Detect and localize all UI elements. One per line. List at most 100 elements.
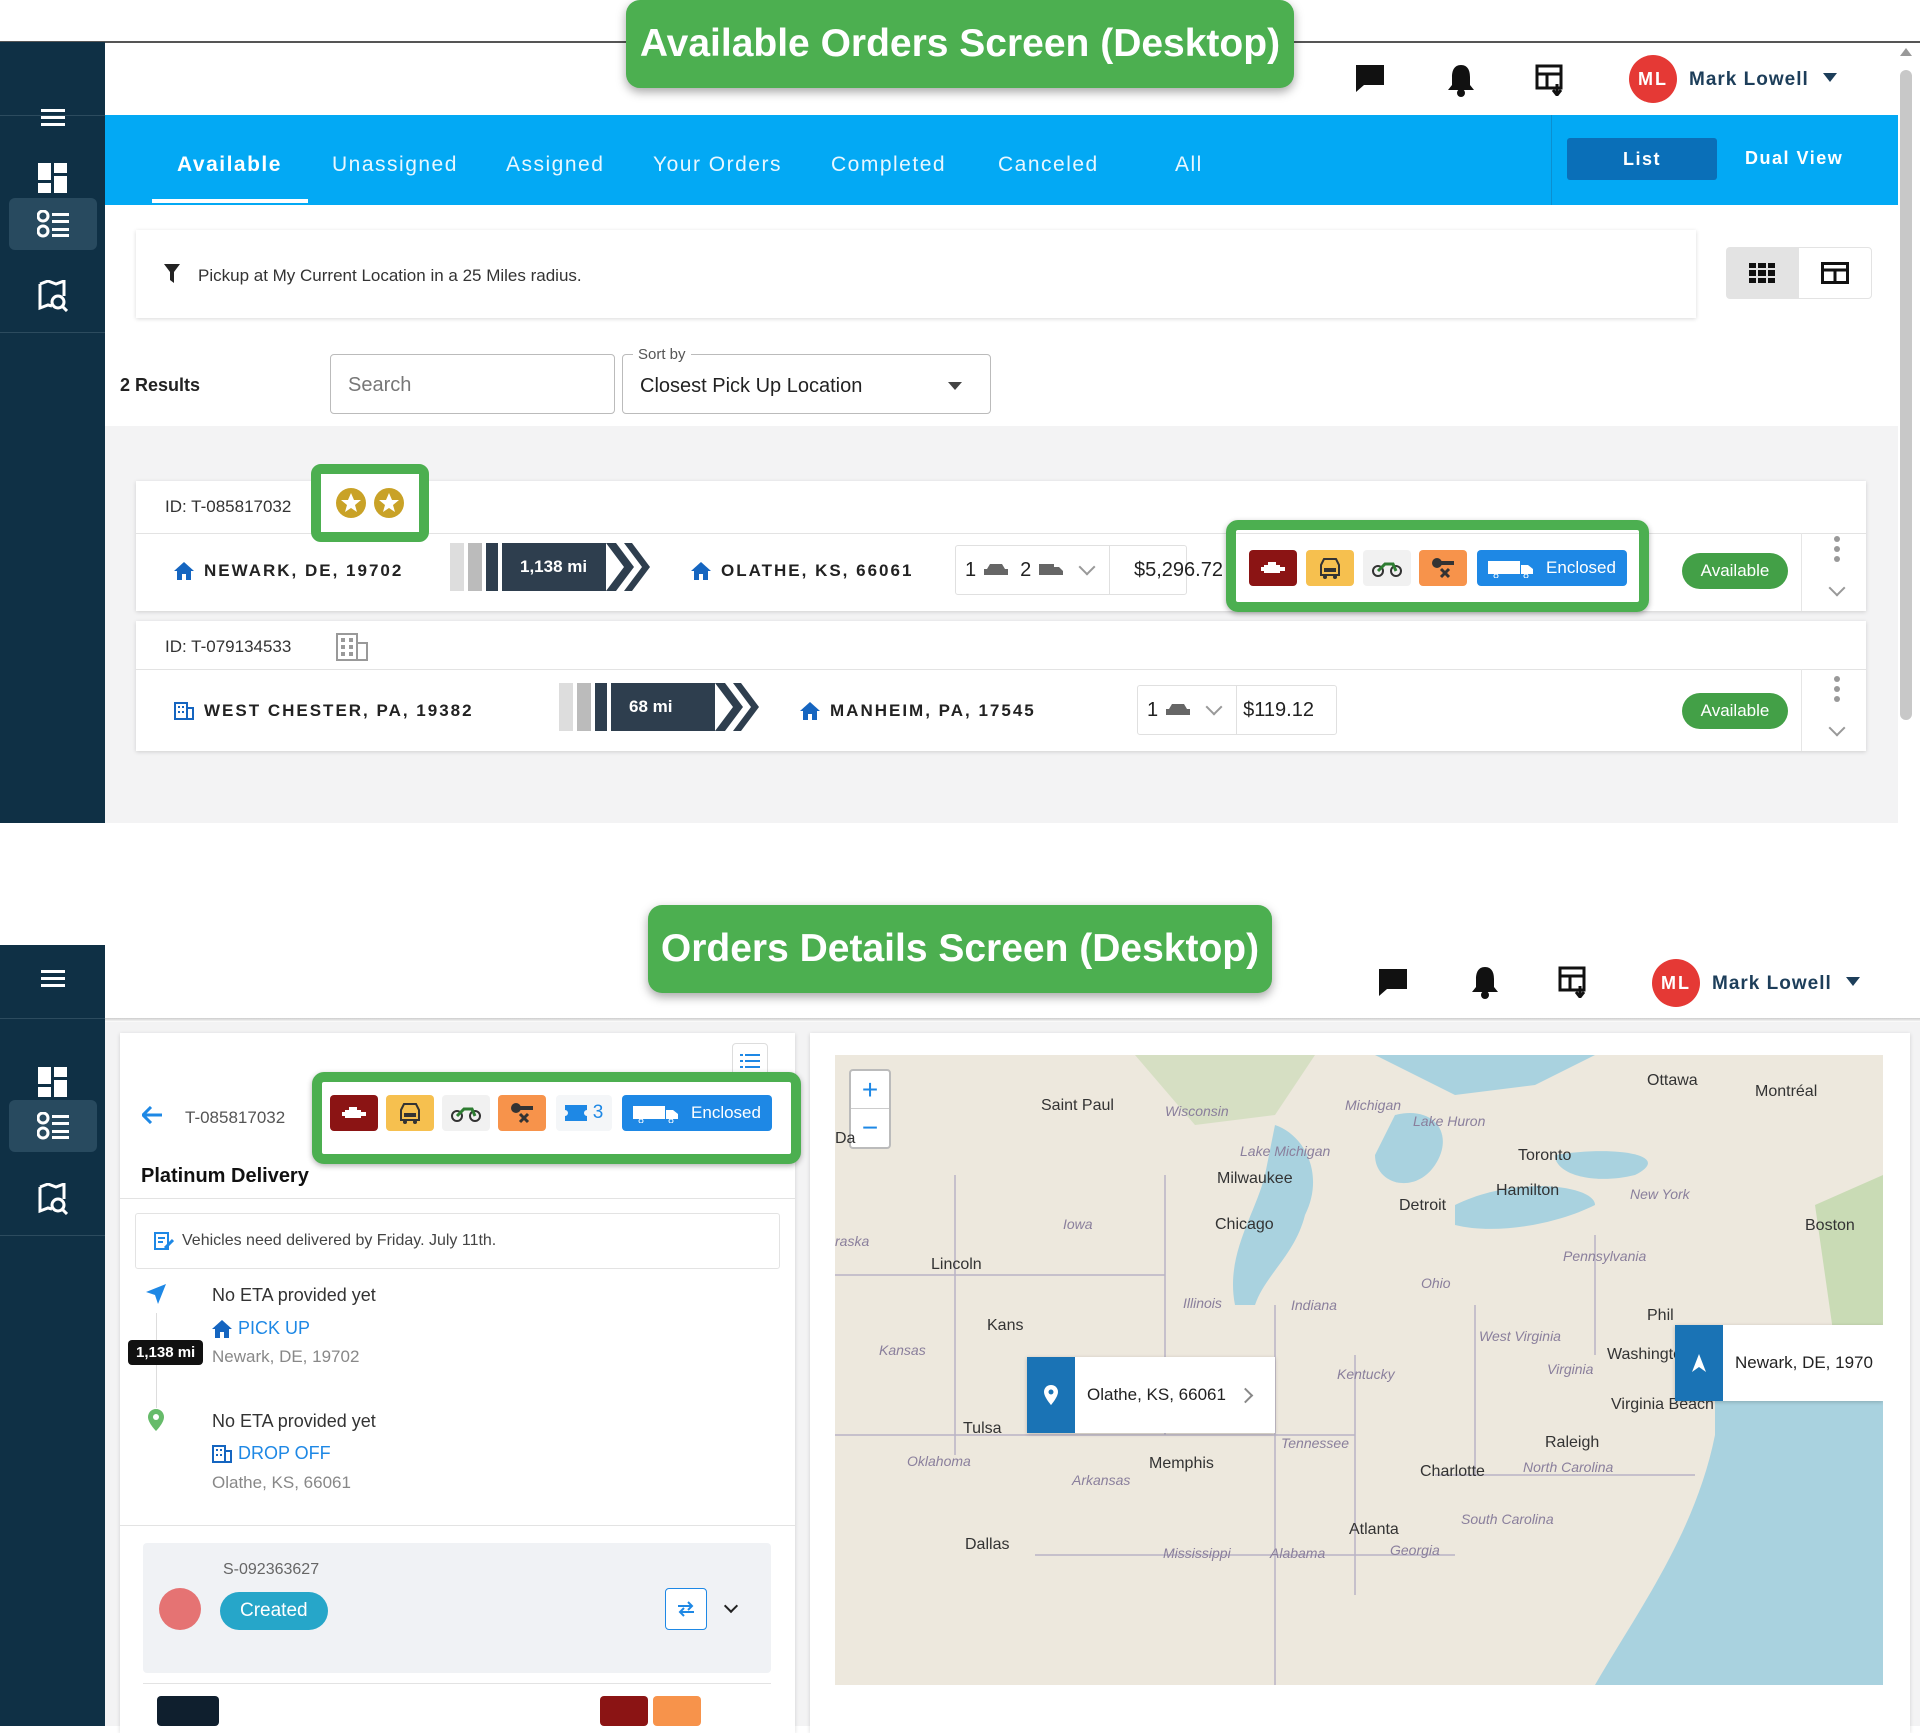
expand-card-icon[interactable] xyxy=(1828,579,1846,597)
vehicle-count-badge: 3 xyxy=(556,1095,612,1131)
city-label: Phil xyxy=(1647,1307,1674,1324)
search-input[interactable]: Search xyxy=(330,354,615,414)
table-export-icon[interactable] xyxy=(1554,962,1594,1002)
scrollbar[interactable] xyxy=(1900,70,1912,720)
truck-count: 2 xyxy=(1020,558,1032,581)
chevron-right-icon[interactable] xyxy=(1237,1387,1254,1403)
chevron-down-icon[interactable] xyxy=(1823,73,1837,82)
city-label: Hamilton xyxy=(1496,1182,1560,1199)
bottom-screen: ML Mark Lowell T-085817032 Platinum Deli… xyxy=(0,905,1920,1733)
more-actions-icon[interactable] xyxy=(1833,536,1841,566)
tab-unassigned[interactable]: Unassigned xyxy=(332,153,458,177)
ticket-icon xyxy=(564,1105,587,1121)
dashboard-icon[interactable] xyxy=(9,152,97,204)
status-tabs: Available Unassigned Assigned Your Order… xyxy=(105,115,1898,205)
building-icon xyxy=(174,702,194,720)
car-icon xyxy=(984,564,1009,575)
city-label: Tulsa xyxy=(963,1420,1002,1437)
active-tab-indicator xyxy=(152,199,308,203)
table-export-icon[interactable] xyxy=(1531,60,1571,100)
order-card[interactable]: ID: T-079134533 WEST CHESTER, PA, 19382 … xyxy=(136,621,1866,751)
city-label: Kans xyxy=(987,1317,1024,1334)
state-label: Ohio xyxy=(1421,1275,1451,1291)
origin-popup[interactable]: Newark, DE, 1970 xyxy=(1675,1325,1883,1401)
distance-badge: 68 mi xyxy=(559,683,761,731)
menu-icon[interactable] xyxy=(9,92,97,144)
order-id: ID: T-085817032 xyxy=(165,497,292,516)
user-name[interactable]: Mark Lowell xyxy=(1689,69,1809,91)
list-view-button[interactable]: List xyxy=(1567,138,1717,180)
top-screen: ML Mark Lowell Available Unassigned Assi… xyxy=(0,0,1920,823)
bell-icon[interactable] xyxy=(1441,60,1481,100)
chat-icon[interactable] xyxy=(1350,58,1390,98)
tab-assigned[interactable]: Assigned xyxy=(506,153,604,177)
expand-chevron-icon[interactable] xyxy=(1078,558,1096,576)
map-search-icon[interactable] xyxy=(9,1173,97,1225)
tab-your-orders[interactable]: Your Orders xyxy=(653,153,782,177)
dropoff-label-text: DROP OFF xyxy=(238,1443,331,1463)
state-label: Virginia xyxy=(1547,1361,1594,1377)
route-map[interactable]: + − Saint Paul Ottawa Montréal Milwaukee… xyxy=(835,1055,1883,1685)
dropoff-city: OLATHE, KS, 66061 xyxy=(691,561,913,581)
destination-popup[interactable]: Olathe, KS, 66061 xyxy=(1027,1357,1275,1433)
pickup-city-label: WEST CHESTER, PA, 19382 xyxy=(204,701,474,720)
edit-note-icon xyxy=(154,1232,174,1250)
city-label: Boston xyxy=(1805,1217,1855,1234)
tab-all[interactable]: All xyxy=(1175,153,1203,177)
rating-highlight xyxy=(311,464,429,542)
user-name[interactable]: Mark Lowell xyxy=(1712,973,1832,995)
avatar[interactable]: ML xyxy=(1652,959,1700,1007)
expand-chevron-icon[interactable] xyxy=(1205,698,1223,716)
home-icon xyxy=(691,562,711,580)
vehicle-summary[interactable]: 1 $119.12 xyxy=(1137,685,1337,735)
shipment-card[interactable]: S-092363627 Created xyxy=(143,1543,771,1673)
section-divider xyxy=(120,1198,795,1199)
no-keys-badge xyxy=(653,1696,701,1726)
tab-completed[interactable]: Completed xyxy=(831,153,946,177)
expand-card-icon[interactable] xyxy=(1828,719,1846,737)
filter-icon[interactable] xyxy=(164,264,180,289)
bell-icon[interactable] xyxy=(1465,962,1505,1002)
tab-canceled[interactable]: Canceled xyxy=(998,153,1099,177)
city-label: Chicago xyxy=(1215,1216,1274,1233)
state-label: Indiana xyxy=(1291,1297,1337,1313)
zoom-out-button[interactable]: − xyxy=(851,1109,889,1147)
state-label: Pennsylvania xyxy=(1563,1248,1647,1264)
dropoff-label[interactable]: DROP OFF xyxy=(212,1443,331,1464)
scroll-up-icon[interactable] xyxy=(1900,48,1912,56)
card-divider xyxy=(136,669,1866,670)
orders-list-icon[interactable] xyxy=(9,1100,97,1152)
back-arrow-icon[interactable] xyxy=(140,1105,162,1129)
pickup-label[interactable]: PICK UP xyxy=(212,1318,310,1339)
orders-list-icon[interactable] xyxy=(9,198,97,250)
vehicle-count: 3 xyxy=(592,1102,604,1123)
chat-icon[interactable] xyxy=(1373,962,1413,1002)
map-search-icon[interactable] xyxy=(9,270,97,322)
badges-highlight xyxy=(1226,520,1649,612)
table-view-toggle[interactable] xyxy=(1798,247,1872,299)
distance-chip: 1,138 mi xyxy=(128,1340,204,1365)
order-id: ID: T-079134533 xyxy=(165,637,292,656)
map-panel: + − Saint Paul Ottawa Montréal Milwaukee… xyxy=(810,1033,1910,1733)
shipment-status-dot xyxy=(159,1588,201,1630)
avatar[interactable]: ML xyxy=(1629,55,1677,103)
sort-select[interactable]: Sort by Closest Pick Up Location xyxy=(622,346,991,414)
swap-icon[interactable] xyxy=(665,1588,707,1630)
more-actions-icon[interactable] xyxy=(1833,676,1841,706)
state-label: Wisconsin xyxy=(1165,1103,1229,1119)
sidebar-divider xyxy=(0,1235,105,1236)
zoom-in-button[interactable]: + xyxy=(851,1071,889,1109)
grid-view-toggle[interactable] xyxy=(1726,247,1798,299)
city-label: Lincoln xyxy=(931,1256,982,1273)
sort-value: Closest Pick Up Location xyxy=(640,375,863,397)
car-count: 1 xyxy=(1147,698,1159,721)
state-label: Georgia xyxy=(1390,1542,1440,1558)
chevron-down-icon[interactable] xyxy=(1846,977,1860,986)
tab-available[interactable]: Available xyxy=(177,153,282,177)
dual-view-button[interactable]: Dual View xyxy=(1745,148,1843,169)
menu-icon[interactable] xyxy=(9,953,97,1005)
city-label: raska xyxy=(835,1233,870,1249)
expand-shipment-icon[interactable] xyxy=(723,1598,739,1614)
home-icon xyxy=(174,562,194,580)
actions-divider xyxy=(1801,533,1802,611)
